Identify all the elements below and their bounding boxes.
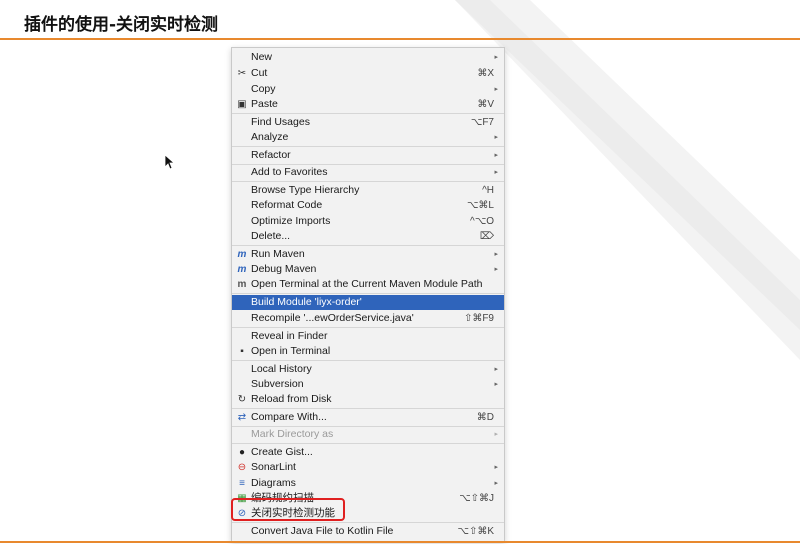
menu-item-debug-maven[interactable]: m Debug Maven ▸ [232, 262, 504, 277]
slide-title: 插件的使用-关闭实时检测 [24, 15, 219, 35]
menu-item-analyze[interactable]: Analyze ▸ [232, 130, 504, 145]
menu-separator [232, 245, 504, 246]
menu-item-reload-from-disk[interactable]: ↻ Reload from Disk [232, 392, 504, 407]
compare-icon: ⇄ [237, 412, 247, 423]
clipboard-icon: ▣ [237, 99, 247, 110]
menu-item-reveal-in-finder[interactable]: Reveal in Finder [232, 329, 504, 344]
menu-separator [232, 293, 504, 294]
sonarlint-icon: ⊖ [237, 462, 247, 473]
menu-item-subversion[interactable]: Subversion ▸ [232, 377, 504, 392]
menu-item-diagrams[interactable]: ≡ Diagrams ▸ [232, 476, 504, 491]
menu-item-convert-to-kotlin[interactable]: Convert Java File to Kotlin File ⌥⇧⌘K [232, 524, 504, 539]
menu-item-mark-directory-as[interactable]: Mark Directory as ▸ [232, 427, 504, 442]
terminal-icon: ▪ [240, 346, 244, 357]
context-menu: New ▸ ✂ Cut ⌘X Copy ▸ ▣ Paste ⌘V Find Usages… [231, 47, 505, 542]
menu-item-add-to-favorites[interactable]: Add to Favorites ▸ [232, 165, 504, 180]
diagram-icon: ≡ [239, 478, 245, 489]
maven-terminal-icon: m [237, 279, 247, 290]
maven-debug-icon: m [237, 264, 247, 275]
menu-item-reformat-code[interactable]: Reformat Code ⌥⌘L [232, 198, 504, 213]
menu-separator [232, 113, 504, 114]
menu-item-copy[interactable]: Copy ▸ [232, 82, 504, 97]
menu-separator [232, 522, 504, 523]
menu-separator [232, 360, 504, 361]
menu-item-open-in-terminal[interactable]: ▪ Open in Terminal [232, 344, 504, 359]
bottom-divider [0, 541, 800, 543]
menu-item-refactor[interactable]: Refactor ▸ [232, 148, 504, 163]
menu-separator [232, 443, 504, 444]
menu-item-recompile[interactable]: Recompile '...ewOrderService.java' ⇧⌘F9 [232, 311, 504, 326]
highlight-annotation [231, 498, 345, 521]
menu-item-browse-type-hierarchy[interactable]: Browse Type Hierarchy ^H [232, 183, 504, 198]
scissors-icon: ✂ [237, 68, 247, 79]
menu-item-optimize-imports[interactable]: Optimize Imports ^⌥O [232, 214, 504, 229]
menu-item-build-module[interactable]: Build Module 'liyx-order' [232, 295, 504, 310]
menu-separator [232, 327, 504, 328]
menu-separator [232, 146, 504, 147]
maven-run-icon: m [237, 249, 247, 260]
menu-separator [232, 181, 504, 182]
menu-item-delete[interactable]: Delete... ⌦ [232, 229, 504, 244]
github-icon: ● [238, 447, 246, 458]
menu-item-run-maven[interactable]: m Run Maven ▸ [232, 247, 504, 262]
menu-item-paste[interactable]: ▣ Paste ⌘V [232, 97, 504, 112]
menu-item-new[interactable]: New ▸ [232, 50, 504, 65]
menu-item-cut[interactable]: ✂ Cut ⌘X [232, 66, 504, 81]
menu-item-open-terminal-maven[interactable]: m Open Terminal at the Current Maven Mod… [232, 277, 504, 292]
menu-item-local-history[interactable]: Local History ▸ [232, 362, 504, 377]
mouse-pointer-icon [164, 154, 174, 170]
menu-item-create-gist[interactable]: ● Create Gist... [232, 445, 504, 460]
menu-separator [232, 408, 504, 409]
menu-item-sonarlint[interactable]: ⊖ SonarLint ▸ [232, 460, 504, 475]
menu-item-compare-with[interactable]: ⇄ Compare With... ⌘D [232, 410, 504, 425]
title-divider [0, 38, 800, 40]
menu-item-find-usages[interactable]: Find Usages ⌥F7 [232, 115, 504, 130]
reload-icon: ↻ [237, 394, 247, 405]
